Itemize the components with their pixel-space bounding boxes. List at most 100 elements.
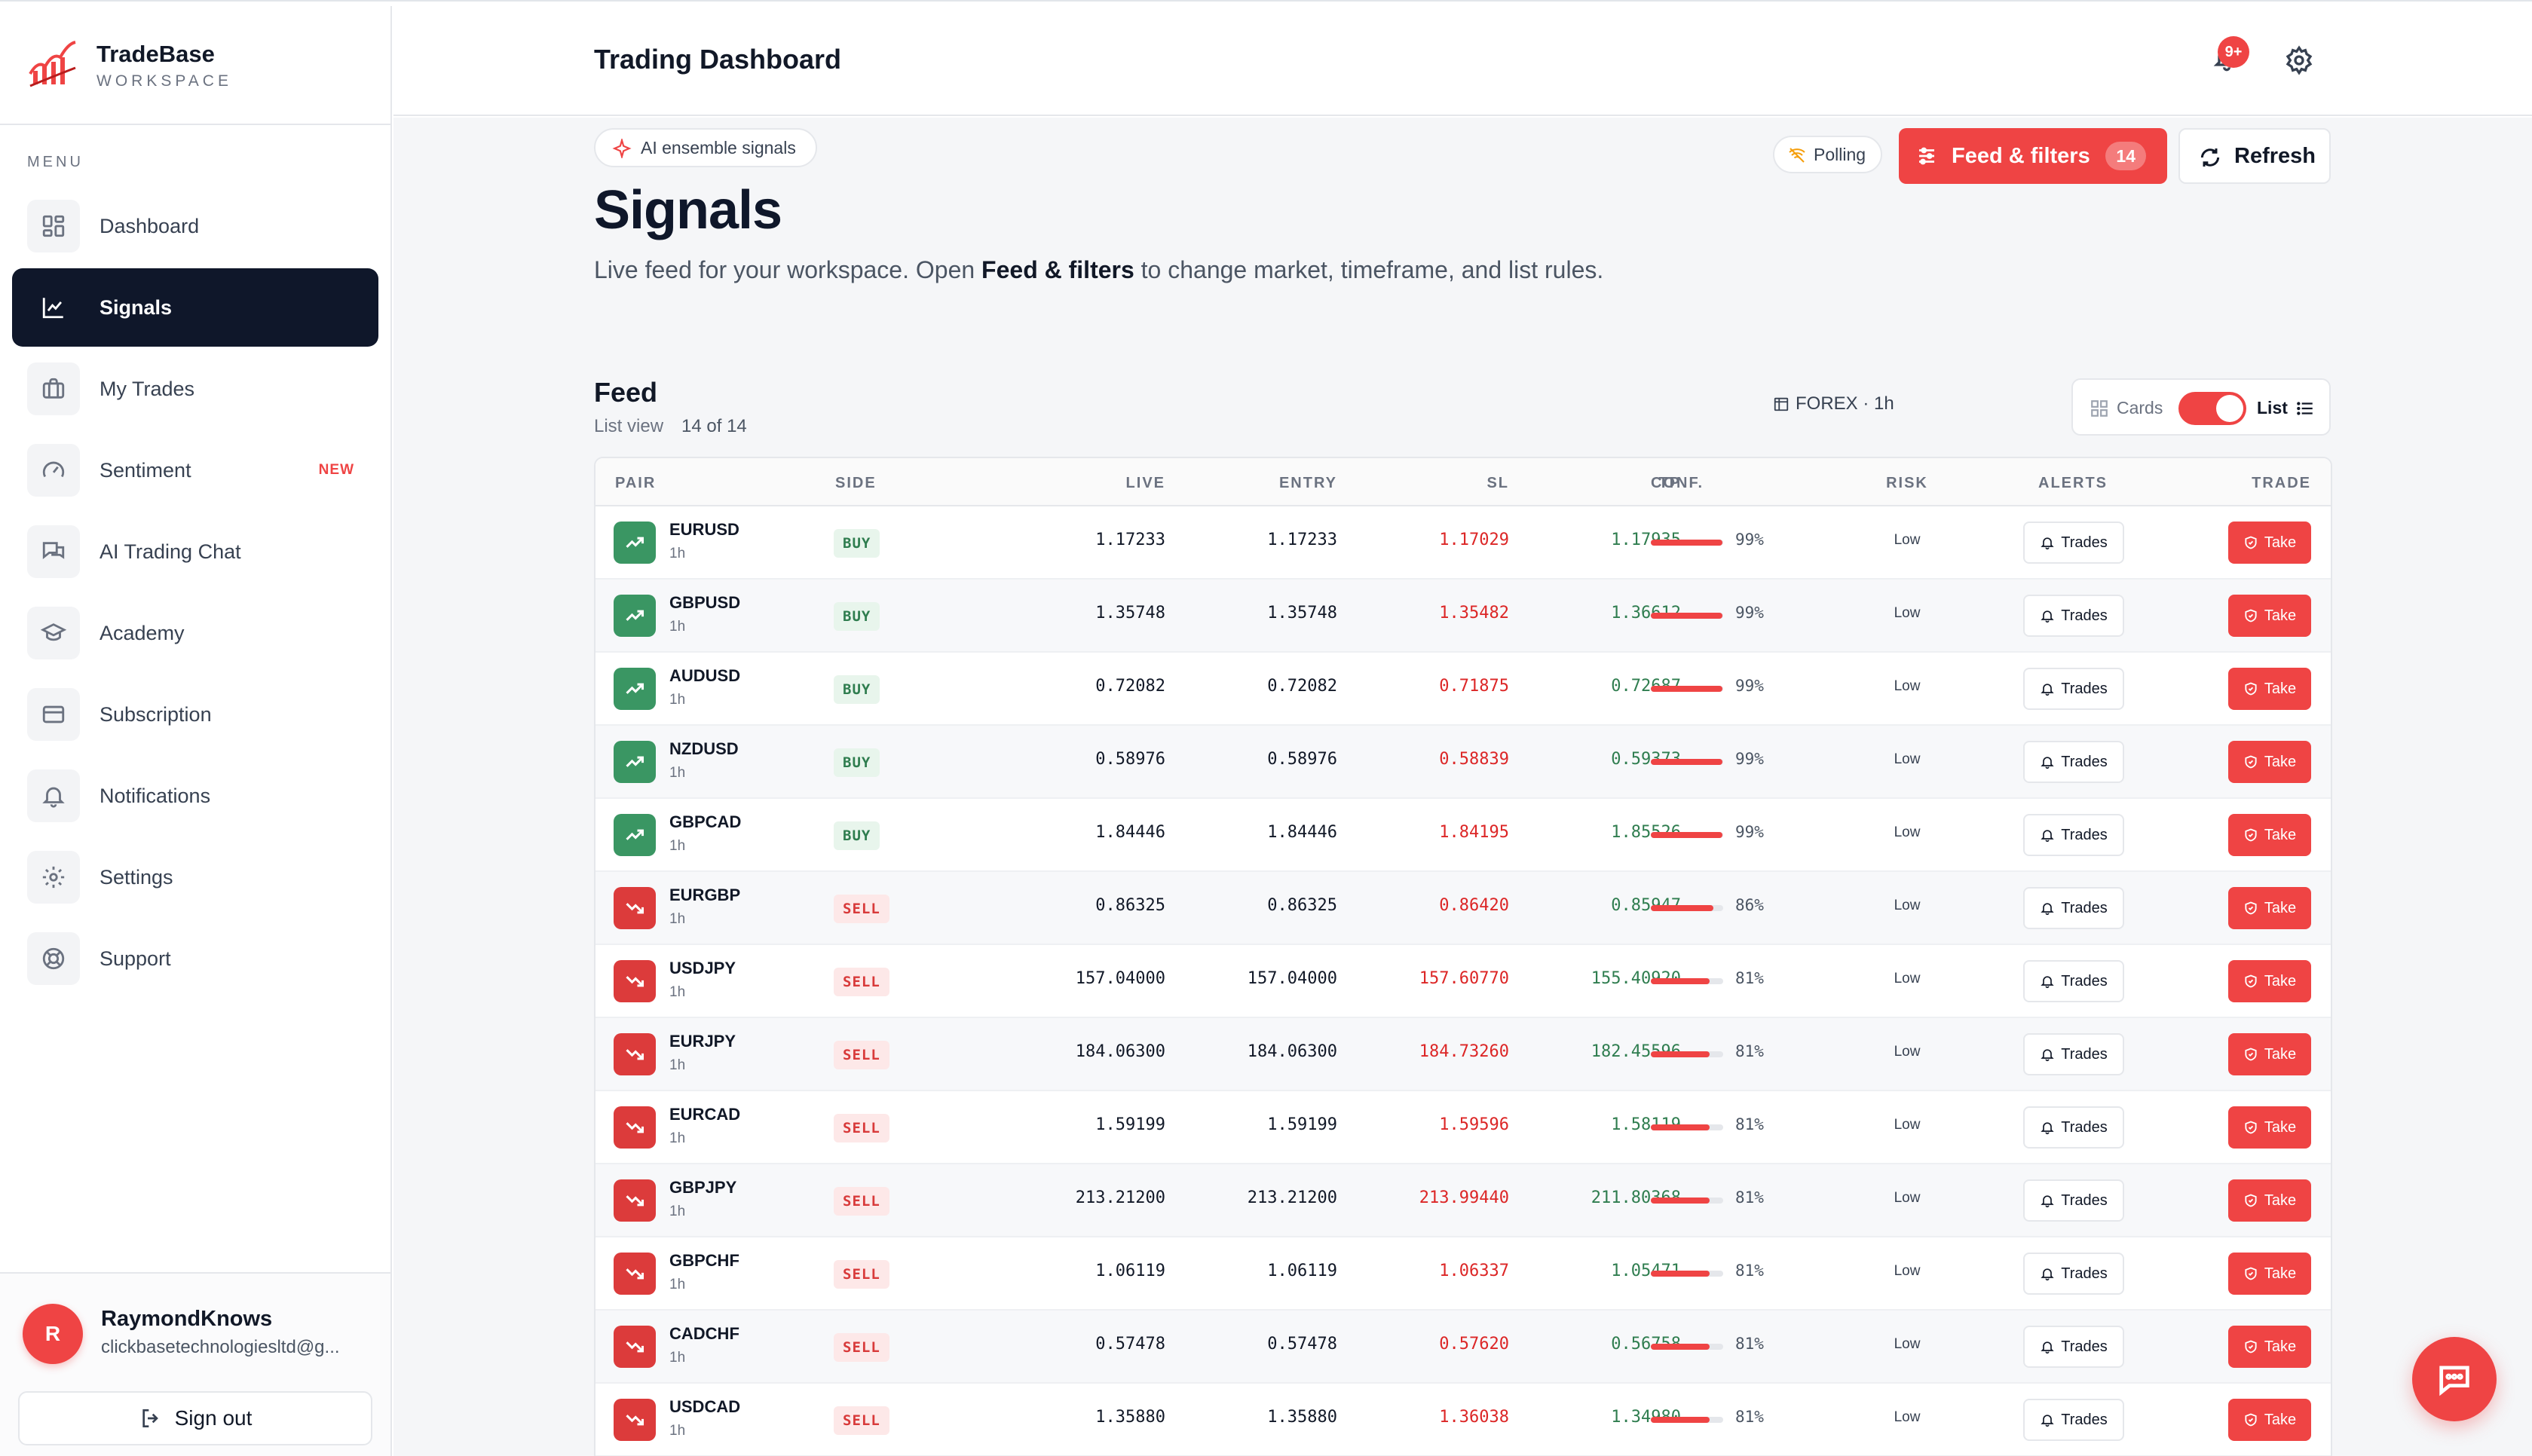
take-trade-button[interactable]: Take <box>2228 1033 2311 1075</box>
take-trade-button[interactable]: Take <box>2228 1326 2311 1368</box>
risk-level: Low <box>1894 532 1921 548</box>
risk-level: Low <box>1894 1117 1921 1133</box>
confidence-bar-fill <box>1651 1051 1710 1057</box>
sidebar-item-dashboard[interactable]: Dashboard <box>12 187 378 265</box>
refresh-button[interactable]: Refresh <box>2178 128 2331 184</box>
list-view-option[interactable]: List <box>2257 398 2315 418</box>
bell-icon <box>2040 754 2055 769</box>
side-badge: SELL <box>834 1260 889 1289</box>
chat-support-button[interactable] <box>2412 1337 2497 1421</box>
confidence-bar-fill <box>1651 686 1722 692</box>
take-trade-button[interactable]: Take <box>2228 741 2311 783</box>
sidebar-item-signals[interactable]: Signals <box>12 268 378 347</box>
side-badge: SELL <box>834 1406 889 1435</box>
confidence-bar <box>1651 613 1723 619</box>
desc-text: Live feed for your workspace. Open <box>594 256 982 283</box>
credit-card-icon <box>27 688 80 741</box>
sidebar-item-subscription[interactable]: Subscription <box>12 675 378 754</box>
sidebar-item-label: AI Trading Chat <box>100 540 241 563</box>
shield-check-icon <box>2243 1120 2258 1135</box>
take-trade-button[interactable]: Take <box>2228 1106 2311 1149</box>
trades-alert-button[interactable]: Trades <box>2023 1253 2124 1295</box>
live-price: 0.57478 <box>1095 1335 1165 1354</box>
feed-filters-label: Feed & filters <box>1952 143 2090 168</box>
entry-price: 213.21200 <box>1247 1188 1337 1207</box>
confidence-bar <box>1651 1344 1723 1350</box>
trades-alert-label: Trades <box>2061 1118 2108 1136</box>
feed-count-label: 14 of 14 <box>681 416 747 436</box>
side-badge: SELL <box>834 1041 889 1069</box>
take-trade-button[interactable]: Take <box>2228 668 2311 710</box>
stop-loss: 157.60770 <box>1419 969 1509 988</box>
confidence-value: 99% <box>1735 604 1764 622</box>
feed-filters-button[interactable]: Feed & filters 14 <box>1899 128 2167 184</box>
sidebar-item-notifications[interactable]: Notifications <box>12 757 378 835</box>
calendar-icon <box>1774 397 1789 411</box>
settings-button[interactable] <box>2284 45 2317 78</box>
take-label: Take <box>2264 1411 2297 1428</box>
trades-alert-button[interactable]: Trades <box>2023 960 2124 1002</box>
table-row: AUDUSD 1h BUY 0.72082 0.72082 0.71875 0.72687 9… <box>595 653 2331 726</box>
stop-loss: 1.84195 <box>1439 823 1509 842</box>
pair-timeframe: 1h <box>669 1057 686 1073</box>
trades-alert-button[interactable]: Trades <box>2023 1179 2124 1222</box>
list-icon <box>2297 401 2313 415</box>
confidence-bar-fill <box>1651 1198 1710 1204</box>
sidebar-item-support[interactable]: Support <box>12 919 378 998</box>
trades-alert-label: Trades <box>2061 607 2108 624</box>
take-trade-button[interactable]: Take <box>2228 1179 2311 1222</box>
trades-alert-button[interactable]: Trades <box>2023 668 2124 710</box>
user-name: RaymondKnows <box>101 1307 273 1331</box>
entry-price: 184.06300 <box>1247 1042 1337 1061</box>
sidebar-item-label: Sentiment <box>100 458 191 482</box>
stop-loss: 184.73260 <box>1419 1042 1509 1061</box>
take-trade-button[interactable]: Take <box>2228 960 2311 1002</box>
chat-bubble-icon <box>2439 1366 2469 1396</box>
take-trade-button[interactable]: Take <box>2228 1253 2311 1295</box>
sidebar-item-settings[interactable]: Settings <box>12 838 378 916</box>
take-trade-button[interactable]: Take <box>2228 595 2311 637</box>
trades-alert-label: Trades <box>2061 680 2108 697</box>
trades-alert-button[interactable]: Trades <box>2023 814 2124 856</box>
signals-table: PAIR SIDE LIVE ENTRY SL TP CONF. RISK AL… <box>594 457 2332 1456</box>
sign-out-button[interactable]: Sign out <box>18 1391 372 1445</box>
pair-timeframe: 1h <box>669 765 686 781</box>
trades-alert-button[interactable]: Trades <box>2023 522 2124 564</box>
trend-down-icon <box>614 960 656 1002</box>
cards-view-option[interactable]: Cards <box>2090 398 2163 418</box>
lifebuoy-icon <box>27 932 80 985</box>
trades-alert-button[interactable]: Trades <box>2023 1399 2124 1441</box>
trades-alert-label: Trades <box>2061 534 2108 551</box>
trades-alert-button[interactable]: Trades <box>2023 887 2124 929</box>
avatar[interactable]: R <box>23 1304 83 1364</box>
live-price: 1.59199 <box>1095 1115 1165 1134</box>
trades-alert-button[interactable]: Trades <box>2023 1106 2124 1149</box>
trend-down-icon <box>614 1253 656 1295</box>
take-trade-button[interactable]: Take <box>2228 1399 2311 1441</box>
sidebar-item-my-trades[interactable]: My Trades <box>12 350 378 428</box>
sidebar-item-ai-trading-chat[interactable]: AI Trading Chat <box>12 512 378 591</box>
bell-icon <box>2040 1339 2055 1354</box>
sidebar-item-sentiment[interactable]: Sentiment NEW <box>12 431 378 509</box>
trades-alert-button[interactable]: Trades <box>2023 741 2124 783</box>
take-trade-button[interactable]: Take <box>2228 814 2311 856</box>
trades-alert-button[interactable]: Trades <box>2023 595 2124 637</box>
take-trade-button[interactable]: Take <box>2228 522 2311 564</box>
view-switch[interactable] <box>2178 392 2246 425</box>
take-label: Take <box>2264 534 2297 551</box>
table-row: USDCAD 1h SELL 1.35880 1.35880 1.36038 1.34980… <box>595 1384 2331 1456</box>
take-trade-button[interactable]: Take <box>2228 887 2311 929</box>
pair-name: USDJPY <box>669 959 736 977</box>
pair-name: EURCAD <box>669 1105 741 1124</box>
risk-level: Low <box>1894 605 1921 621</box>
trades-alert-button[interactable]: Trades <box>2023 1033 2124 1075</box>
table-header: PAIR SIDE LIVE ENTRY SL TP CONF. RISK AL… <box>595 458 2331 506</box>
pair-timeframe: 1h <box>669 838 686 854</box>
feed-filters-count: 14 <box>2105 142 2146 170</box>
sidebar-item-academy[interactable]: Academy <box>12 594 378 672</box>
window-top-border <box>0 0 2532 6</box>
risk-level: Low <box>1894 898 1921 913</box>
trades-alert-button[interactable]: Trades <box>2023 1326 2124 1368</box>
polling-label: Polling <box>1814 144 1866 164</box>
confidence-bar-fill <box>1651 1271 1710 1277</box>
